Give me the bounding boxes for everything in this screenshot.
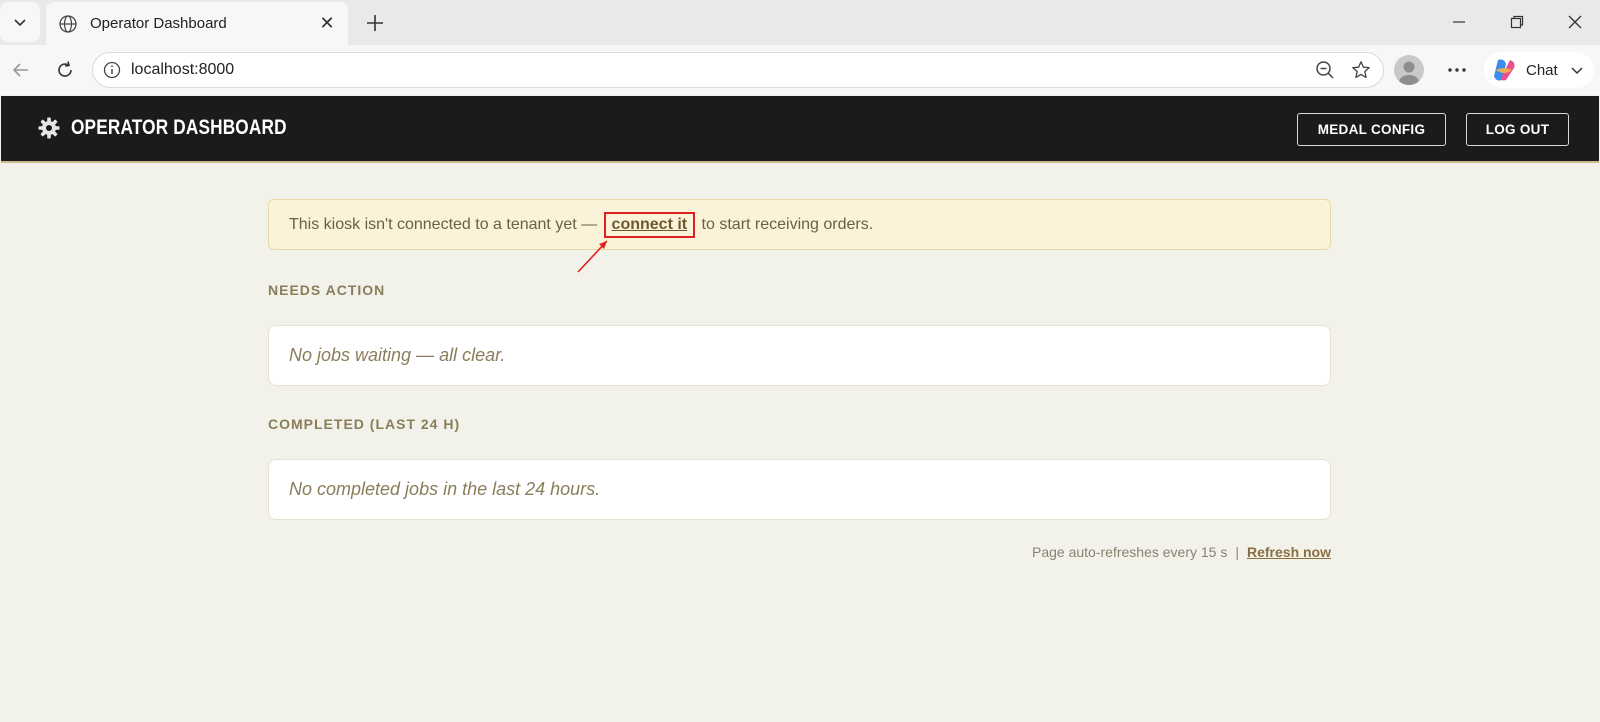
profile-avatar[interactable] [1394, 55, 1424, 85]
minimize-icon [1453, 21, 1465, 23]
connect-link[interactable]: connect it [603, 211, 696, 238]
alert-text-before: This kiosk isn't connected to a tenant y… [289, 215, 602, 233]
logout-button[interactable]: LOG OUT [1466, 113, 1569, 146]
gear-icon [38, 117, 60, 139]
ellipsis-icon [1448, 68, 1466, 72]
close-window-button[interactable] [1552, 8, 1598, 36]
restore-icon [1510, 15, 1524, 29]
needs-action-card: No jobs waiting — all clear. [268, 325, 1331, 386]
address-bar[interactable]: localhost:8000 [92, 52, 1384, 88]
url-text[interactable]: localhost:8000 [131, 61, 1311, 79]
auto-refresh-text: Page auto-refreshes every 15 s [1032, 544, 1228, 560]
completed-empty-message: No completed jobs in the last 24 hours. [289, 479, 601, 499]
info-icon[interactable] [103, 61, 121, 79]
new-tab-button[interactable] [360, 8, 390, 38]
zoom-out-icon[interactable] [1311, 56, 1339, 84]
user-icon [1399, 61, 1419, 85]
chevron-down-icon[interactable] [1570, 63, 1584, 77]
chat-label: Chat [1526, 61, 1558, 79]
needs-action-empty-message: No jobs waiting — all clear. [289, 345, 506, 365]
back-button[interactable] [6, 55, 36, 85]
tab-title: Operator Dashboard [90, 15, 227, 32]
tenant-alert: This kiosk isn't connected to a tenant y… [268, 199, 1331, 250]
restore-button[interactable] [1494, 8, 1540, 36]
browser-toolbar: localhost:8000 Chat [0, 45, 1600, 95]
close-icon [1568, 15, 1582, 29]
tab-actions-button[interactable] [0, 2, 40, 42]
favorite-star-icon[interactable] [1347, 56, 1375, 84]
app-header: OPERATOR DASHBOARD MEDAL CONFIG LOG OUT [1, 96, 1599, 163]
page-title: OPERATOR DASHBOARD [71, 116, 287, 139]
globe-icon [59, 14, 77, 33]
minimize-button[interactable] [1436, 8, 1482, 36]
brand: OPERATOR DASHBOARD [37, 116, 334, 140]
medal-config-button[interactable]: MEDAL CONFIG [1297, 113, 1446, 146]
footer-note: Page auto-refreshes every 15 s | Refresh… [1032, 544, 1331, 560]
more-options-button[interactable] [1442, 55, 1472, 85]
footer-separator: | [1235, 544, 1239, 560]
plus-icon [367, 15, 383, 31]
alert-text-after: to start receiving orders. [697, 215, 874, 233]
needs-action-title: NEEDS ACTION [268, 282, 386, 298]
reload-icon [58, 61, 72, 77]
main-content: This kiosk isn't connected to a tenant y… [0, 163, 1600, 722]
annotation-arrow-icon [577, 240, 608, 273]
close-tab-icon[interactable]: ✕ [318, 13, 336, 34]
browser-tab[interactable]: Operator Dashboard ✕ [46, 2, 348, 45]
arrow-left-icon [12, 63, 28, 77]
completed-card: No completed jobs in the last 24 hours. [268, 459, 1331, 520]
chevron-down-icon [14, 19, 26, 27]
copilot-icon [1494, 59, 1515, 81]
refresh-now-link[interactable]: Refresh now [1247, 544, 1331, 560]
completed-title: COMPLETED (LAST 24 H) [268, 416, 461, 432]
copilot-chat-button[interactable]: Chat [1484, 52, 1594, 88]
reload-button[interactable] [50, 55, 80, 85]
browser-tab-bar: Operator Dashboard ✕ [0, 0, 1600, 45]
